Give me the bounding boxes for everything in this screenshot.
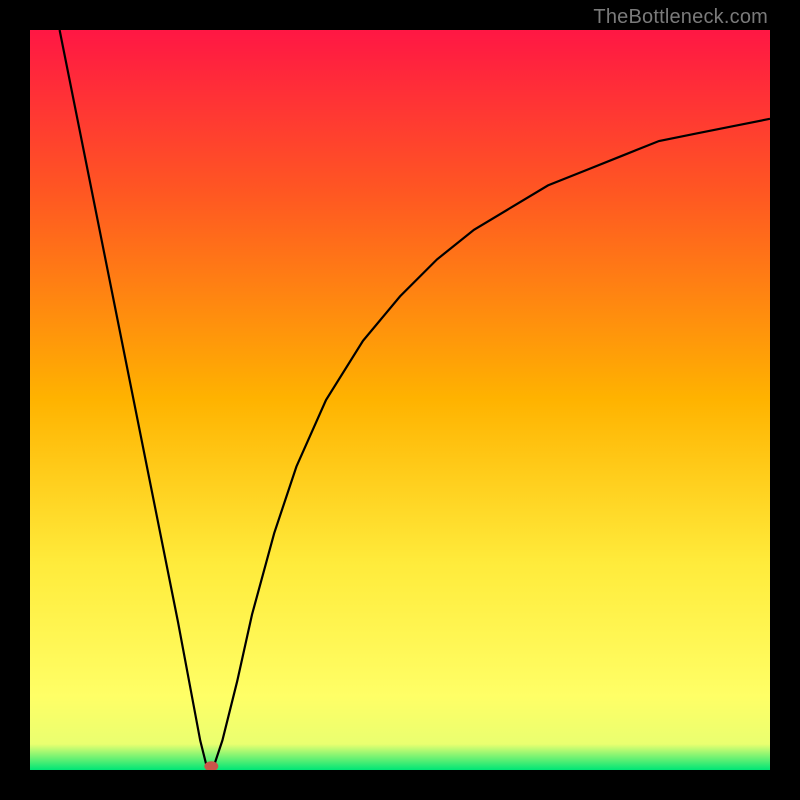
- watermark-text: TheBottleneck.com: [593, 6, 768, 29]
- bottleneck-chart: [30, 30, 770, 770]
- chart-frame: [30, 30, 770, 770]
